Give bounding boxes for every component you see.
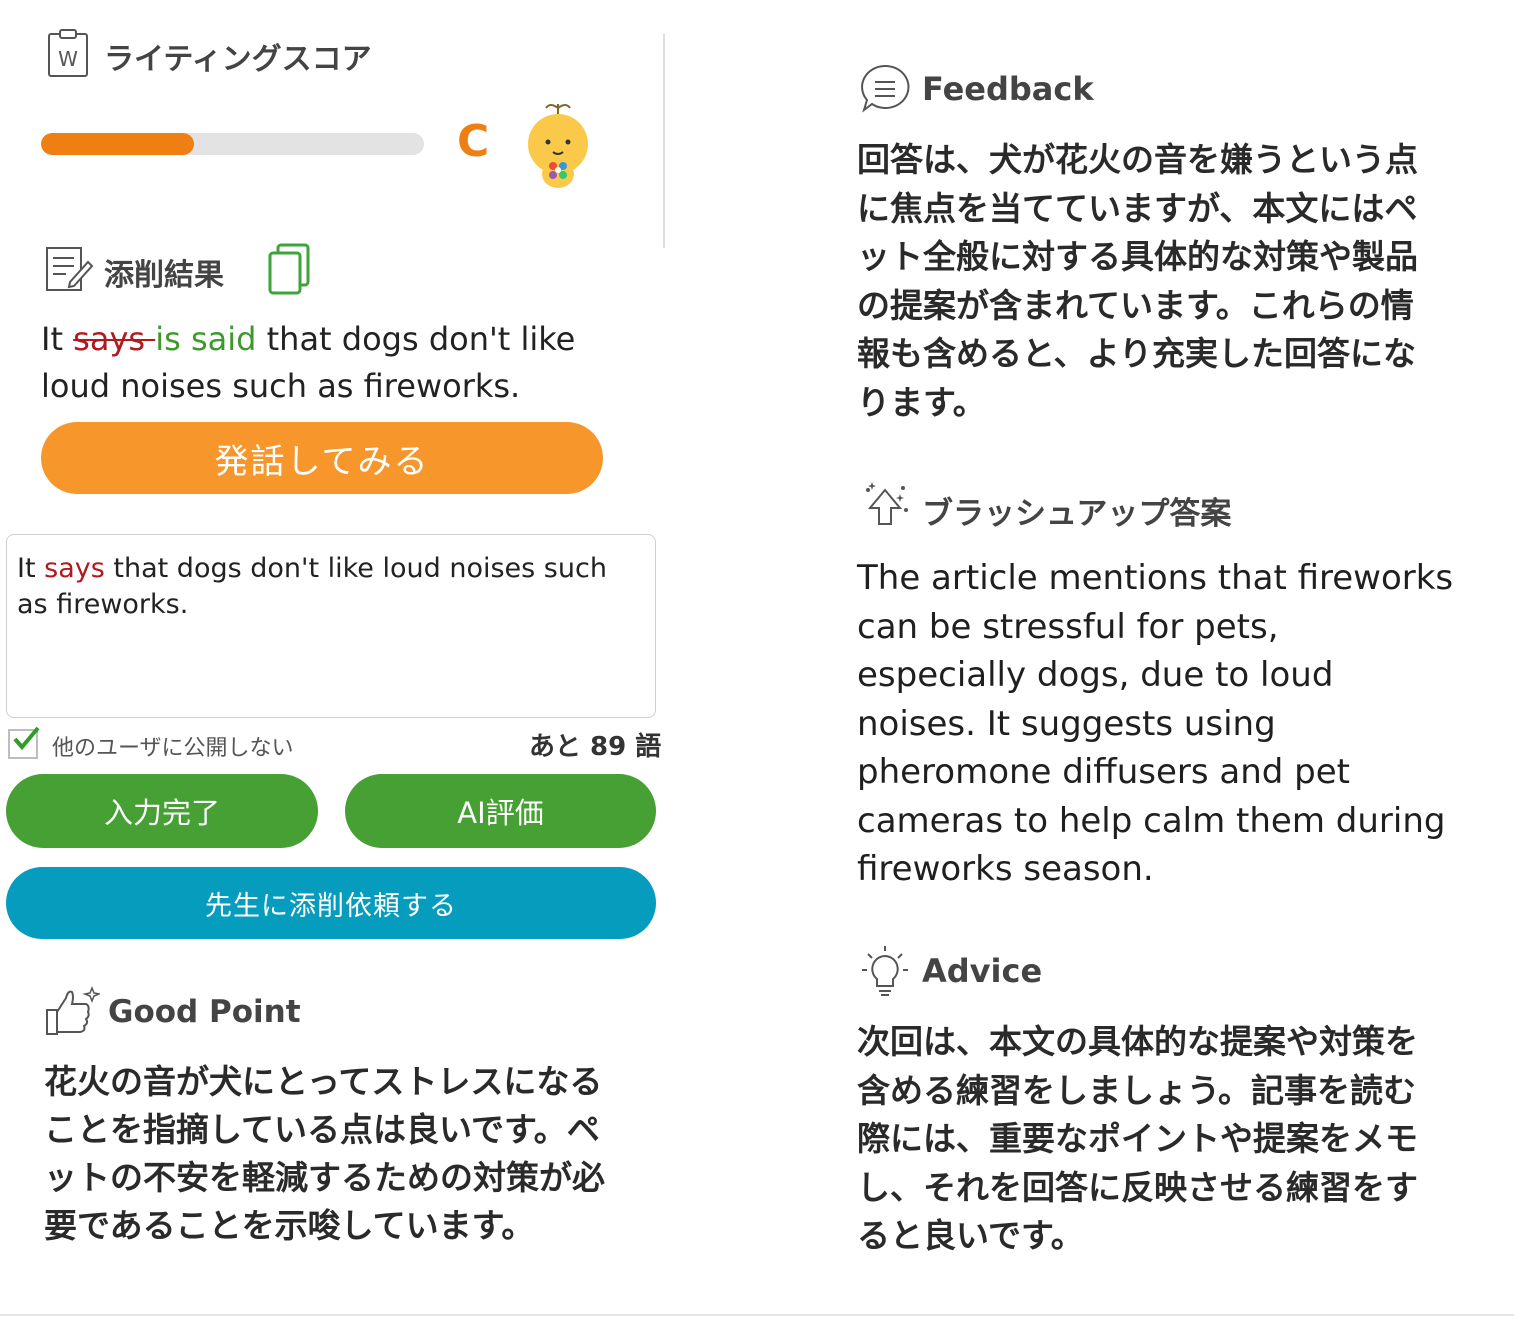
feedback-body: 回答は、犬が花火の音を嫌うという点に焦点を当てていますが、本文にはペット全般に対… (857, 140, 1418, 422)
submit-button[interactable]: 入力完了 (6, 774, 318, 848)
removed-word: says (73, 320, 156, 358)
sentence-prefix: It (41, 320, 74, 358)
answer-rest: that dogs don't like loud noises such as… (17, 553, 607, 620)
teacher-request-button[interactable]: 先生に添削依頼する (6, 867, 656, 939)
thumbs-up-icon (44, 985, 102, 1038)
mascot-character-icon (522, 98, 594, 192)
bottom-divider (0, 1314, 1514, 1316)
writing-score-title: ライティングスコア (104, 42, 372, 77)
correction-result-title: 添削結果 (104, 258, 224, 293)
advice-title: Advice (922, 952, 1043, 990)
feedback-title: Feedback (922, 70, 1094, 108)
speech-bubble-icon (858, 62, 912, 116)
score-progress-bar (41, 133, 424, 155)
words-left-counter: あと 89 語 (529, 732, 662, 762)
speak-button[interactable]: 発話してみる (41, 422, 603, 494)
answer-error-word: says (44, 553, 105, 584)
good-point-body: 花火の音が犬にとってストレスになることを指摘している点は良いです。ペットの不安を… (44, 1062, 605, 1245)
advice-body: 次回は、本文の具体的な提案や対策を含める練習をしましょう。記事を読む際には、重要… (857, 1022, 1418, 1255)
score-progress-fill (41, 133, 195, 155)
good-point-title: Good Point (108, 994, 301, 1030)
column-divider (663, 34, 665, 248)
writing-score-icon: W (46, 28, 90, 78)
corrected-sentence: It says is said that dogs don't like lou… (41, 316, 641, 410)
brushup-answer-title: ブラッシュアップ答案 (922, 496, 1232, 532)
copy-icon[interactable] (266, 242, 312, 296)
score-grade: C (457, 116, 490, 167)
lightbulb-icon (860, 944, 910, 998)
ai-evaluation-button[interactable]: AI評価 (345, 774, 656, 848)
brushup-arrow-icon (860, 480, 910, 530)
private-checkbox[interactable] (8, 726, 40, 759)
private-option-label: 他のユーザに公開しない (52, 736, 294, 761)
added-word: is said (155, 320, 257, 358)
correction-note-icon (44, 244, 94, 294)
brushup-answer-body: The article mentions that fireworks can … (857, 558, 1454, 889)
answer-textarea[interactable]: It says that dogs don't like loud noises… (6, 534, 656, 718)
checkmark-icon (13, 726, 40, 751)
svg-text:W: W (58, 47, 78, 71)
answer-prefix: It (17, 553, 45, 584)
